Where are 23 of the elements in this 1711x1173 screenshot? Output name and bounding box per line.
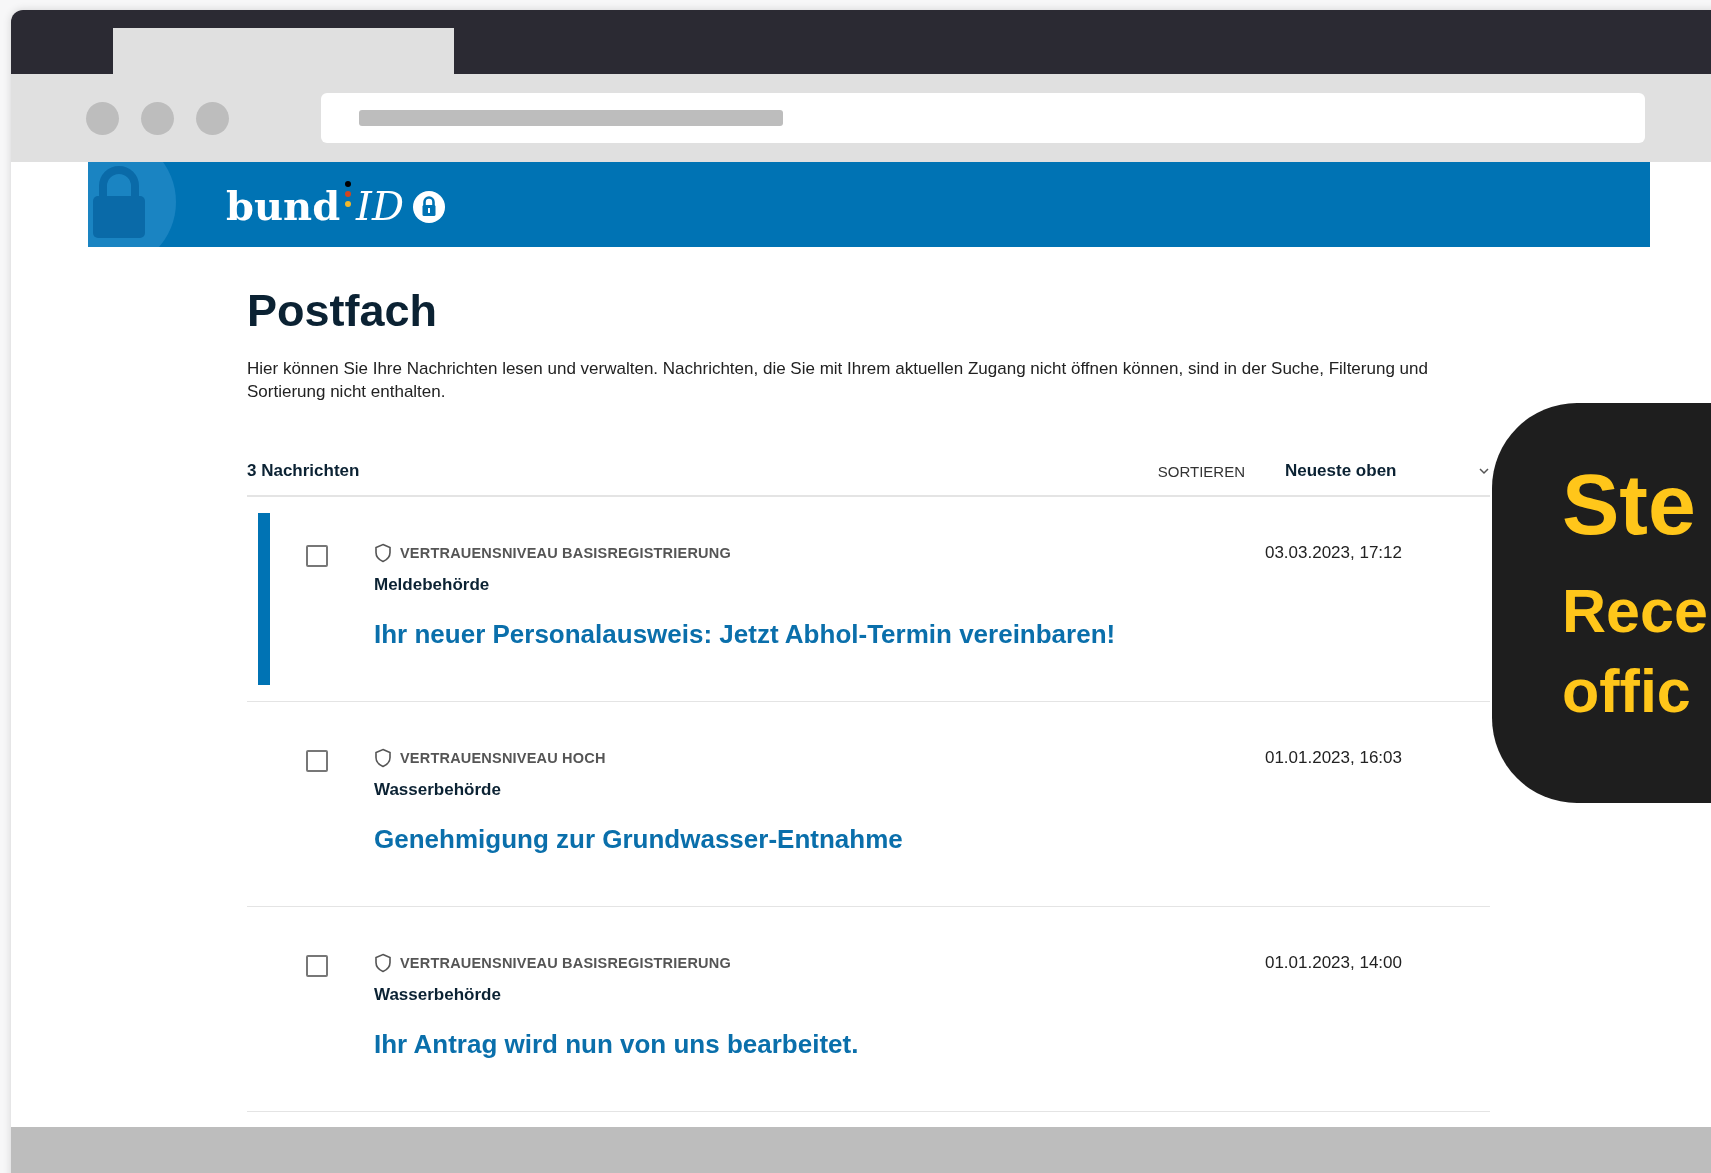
page-description: Hier können Sie Ihre Nachrichten lesen und verwalten. Nachrichten, die Sie mit Ihrem aktuellen Zugang nicht öffnen können, sind in der Suche, Filterung und Sortierung nicht enthalten. — [247, 358, 1429, 403]
message-date: 01.01.2023, 16:03 — [1264, 747, 1402, 769]
message-subject-link[interactable]: Genehmigung zur Grundwasser-Entnahme — [374, 824, 903, 855]
trust-level-label: VERTRAUENSNIVEAU BASISREGISTRIERUNG — [400, 955, 731, 971]
message-row[interactable]: VERTRAUENSNIVEAU BASISREGISTRIERUNG Meldebehörde Ihr neuer Personalausweis: Jetzt Abhol-Termin vereinbaren! 03.03.2023, 17:12 — [247, 497, 1490, 702]
message-count: 3 Nachrichten — [247, 461, 361, 481]
message-subject-link[interactable]: Ihr neuer Personalausweis: Jetzt Abhol-Termin vereinbaren! — [374, 619, 1116, 650]
trust-level-label: VERTRAUENSNIVEAU HOCH — [400, 750, 606, 766]
sender-name: Wasserbehörde — [374, 780, 502, 800]
sort-dropdown[interactable]: Neueste oben — [1285, 461, 1490, 481]
message-date: 01.01.2023, 14:00 — [1264, 952, 1402, 974]
message-row[interactable]: VERTRAUENSNIVEAU HOCH Wasserbehörde Genehmigung zur Grundwasser-Entnahme 01.01.2023, 16:03 — [247, 702, 1490, 907]
message-date: 03.03.2023, 17:12 — [1264, 542, 1402, 564]
sort-label: SORTIEREN — [1157, 462, 1245, 480]
callout-heading: Ste — [1562, 461, 1697, 547]
message-subject-link[interactable]: Ihr Antrag wird nun von uns bearbeitet. — [374, 1029, 859, 1060]
brand-logo[interactable]: bund ID — [226, 179, 446, 230]
callout-text: Rece offic — [1562, 576, 1709, 727]
trust-level-label: VERTRAUENSNIVEAU BASISREGISTRIERUNG — [400, 545, 731, 561]
sender-name: Meldebehörde — [374, 575, 491, 595]
page-title: Postfach — [247, 285, 439, 337]
sender-name: Wasserbehörde — [374, 985, 502, 1005]
message-row[interactable]: VERTRAUENSNIVEAU BASISREGISTRIERUNG Wasserbehörde Ihr Antrag wird nun von uns bearbeitet. 01.01.2023, 14:00 — [247, 907, 1490, 1112]
